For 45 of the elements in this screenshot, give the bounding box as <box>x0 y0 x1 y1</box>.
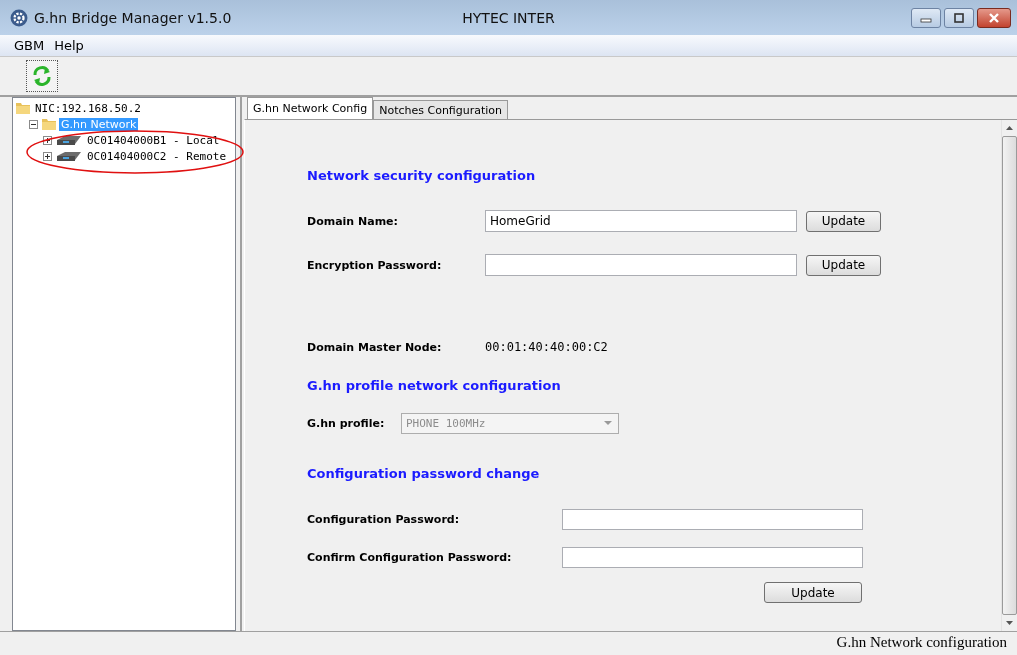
router-icon <box>55 133 83 147</box>
tree-item[interactable]: 0C01404000C2 - Remote <box>85 149 229 163</box>
expander-icon[interactable] <box>43 151 53 161</box>
update-button[interactable]: Update <box>764 582 862 603</box>
gear-icon <box>10 8 28 27</box>
minimize-button[interactable] <box>911 7 941 28</box>
field-label: Configuration Password: <box>307 512 461 526</box>
section-heading: Network security configuration <box>307 168 537 185</box>
refresh-button[interactable] <box>26 60 58 92</box>
status-text: G.hn Network configuration <box>836 634 1007 651</box>
maximize-button[interactable] <box>944 7 974 28</box>
section-heading: G.hn profile network configuration <box>307 378 562 395</box>
input-field[interactable]: HomeGrid <box>485 210 797 232</box>
update-button[interactable]: Update <box>806 210 881 232</box>
field-value: 00:01:40:40:00:C2 <box>485 340 608 354</box>
field-label: G.hn profile: <box>307 416 386 430</box>
scroll-down-icon[interactable] <box>1006 621 1013 625</box>
section-heading: Configuration password change <box>307 466 541 483</box>
password-field[interactable] <box>562 546 863 568</box>
folder-icon <box>15 100 31 116</box>
field-label: Confirm Configuration Password: <box>307 550 513 564</box>
tab[interactable]: G.hn Network Config <box>247 97 374 119</box>
menu-item[interactable]: Help <box>52 38 86 53</box>
menu-item[interactable]: GBM <box>12 38 47 53</box>
tree-item[interactable]: NIC:192.168.50.2 <box>33 101 143 115</box>
dropdown-arrow-icon <box>604 421 612 425</box>
password-field[interactable] <box>562 508 863 530</box>
field-label: Domain Master Node: <box>307 340 443 354</box>
expander-icon[interactable] <box>29 119 39 129</box>
maximize-icon <box>952 12 966 23</box>
window-caption: HYTEC INTER <box>461 9 556 26</box>
tab[interactable]: Notches Configuration <box>373 100 509 119</box>
scrollbar[interactable] <box>1001 120 1017 631</box>
input-field[interactable] <box>485 254 797 276</box>
field-label: Encryption Password: <box>307 258 443 272</box>
tree-item[interactable]: 0C01404000B1 - Local <box>85 133 222 147</box>
router-icon <box>55 149 83 163</box>
close-button[interactable] <box>977 7 1011 28</box>
window-title: G.hn Bridge Manager v1.5.0 <box>34 9 232 26</box>
scroll-up-icon[interactable] <box>1006 126 1013 130</box>
folder-icon <box>41 116 57 132</box>
expander-icon[interactable] <box>43 135 53 145</box>
update-button[interactable]: Update <box>806 254 881 276</box>
close-icon <box>987 12 1001 23</box>
field-label: Domain Name: <box>307 214 399 228</box>
